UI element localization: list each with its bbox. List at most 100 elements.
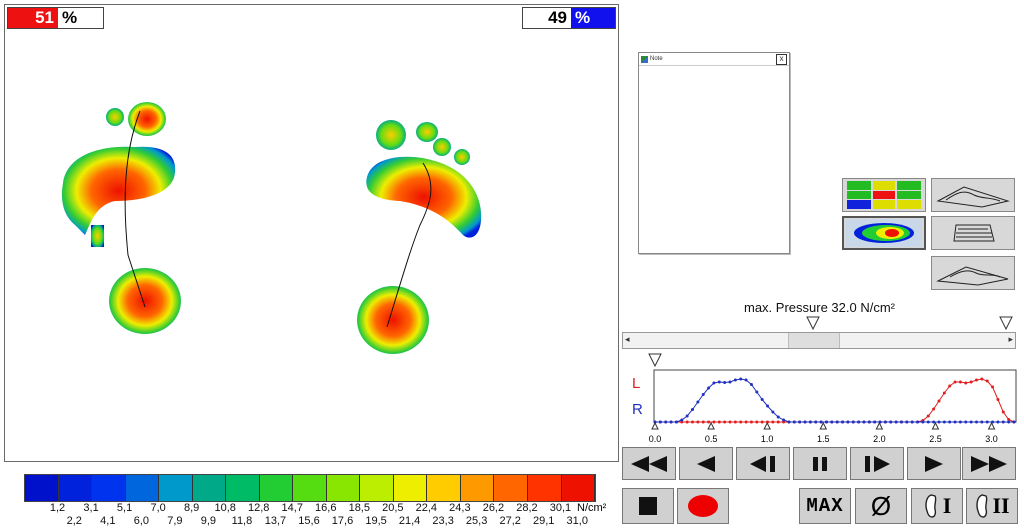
x-tick-mark xyxy=(707,421,715,430)
series-point-L xyxy=(712,420,716,424)
series-point-R xyxy=(680,418,684,422)
foot-one-label: I xyxy=(942,493,952,518)
foot-two-button[interactable]: II xyxy=(966,488,1018,524)
grid-view-button[interactable] xyxy=(842,178,926,212)
step-back-button[interactable] xyxy=(679,447,733,480)
footprint-heatmap xyxy=(61,102,482,354)
x-tick-label: 0.0 xyxy=(649,434,662,444)
note-close-button[interactable]: x xyxy=(776,53,787,65)
wireframe-view-button[interactable] xyxy=(931,256,1015,290)
legend-label-bottom: 29,1 xyxy=(532,515,555,527)
series-point-L xyxy=(948,384,952,388)
series-point-R xyxy=(755,390,759,394)
series-point-R xyxy=(974,420,978,424)
frame-back-button[interactable] xyxy=(736,447,790,480)
stop-button[interactable] xyxy=(622,488,674,524)
x-tick-mark xyxy=(651,421,659,430)
legend-label-bottom: 7,9 xyxy=(167,515,183,527)
series-point-R xyxy=(787,420,791,424)
legend-label-bottom: 13,7 xyxy=(264,515,287,527)
frame-forward-icon xyxy=(865,455,890,472)
contour-icon xyxy=(953,224,995,242)
series-point-R xyxy=(830,420,834,424)
note-window[interactable]: Note x xyxy=(638,52,790,254)
x-tick-mark xyxy=(987,421,996,430)
force-curve-graph[interactable]: L R 0.0 0.5 1.0 1.5 2.0 2.5 3.0 xyxy=(622,352,1020,447)
slider-thumb[interactable] xyxy=(788,333,840,348)
series-point-L xyxy=(755,420,759,424)
3d-surface-icon xyxy=(936,186,1010,208)
note-titlebar[interactable]: Note x xyxy=(639,53,789,66)
series-point-L xyxy=(964,381,968,385)
series-point-R xyxy=(776,415,780,419)
series-point-R xyxy=(948,420,952,424)
series-point-R xyxy=(846,420,850,424)
rewind-button[interactable] xyxy=(622,447,676,480)
series-point-R xyxy=(782,418,786,422)
legend-label-top: 26,2 xyxy=(482,502,505,514)
play-reverse-icon xyxy=(697,455,715,472)
series-point-R xyxy=(712,381,716,385)
series-point-R xyxy=(766,404,770,408)
legend-label-top: 16,6 xyxy=(315,502,337,514)
diameter-button[interactable]: Ø xyxy=(855,488,907,524)
legend-swatch xyxy=(226,475,260,501)
left-footprint xyxy=(61,102,181,334)
series-point-R xyxy=(985,420,989,424)
series-point-R xyxy=(717,380,721,384)
series-point-R xyxy=(942,420,946,424)
series-point-R xyxy=(867,420,871,424)
series-point-L xyxy=(980,377,984,381)
play-icon xyxy=(925,455,943,472)
legend-label-top: 5,1 xyxy=(116,502,133,514)
3d-surface-view-button[interactable] xyxy=(931,178,1015,212)
pressure-slider[interactable]: ◂ ▸ xyxy=(622,332,1016,349)
fast-forward-button[interactable] xyxy=(962,447,1016,480)
fast-forward-icon xyxy=(971,455,1007,472)
series-point-R xyxy=(749,383,753,386)
series-point-R xyxy=(969,420,973,424)
record-icon xyxy=(688,495,718,517)
series-point-R xyxy=(873,420,877,424)
legend-swatch xyxy=(125,475,160,501)
heatmap-view-button[interactable] xyxy=(842,216,926,250)
slider-right-arrow-icon[interactable]: ▸ xyxy=(1008,334,1013,345)
series-point-R xyxy=(980,420,984,424)
series-point-L xyxy=(985,379,989,383)
x-tick-label: 3.0 xyxy=(985,434,998,444)
graph-start-marker-icon[interactable] xyxy=(648,353,662,368)
pause-button[interactable] xyxy=(793,447,847,480)
contour-view-button[interactable] xyxy=(931,216,1015,250)
graph-ticks-group: 0.0 0.5 1.0 1.5 2.0 2.5 3.0 xyxy=(649,421,998,444)
legend-label-top: 1,2 xyxy=(49,502,66,514)
slider-marker-icon[interactable] xyxy=(806,316,820,330)
pause-icon xyxy=(813,456,827,471)
series-point-R xyxy=(894,420,898,424)
graph-plot-area xyxy=(653,369,1017,423)
foot-outline-icon xyxy=(925,494,937,518)
pressure-color-legend xyxy=(24,474,596,502)
legend-label-bottom: 11,8 xyxy=(231,515,253,527)
legend-label-top: 8,9 xyxy=(183,502,200,514)
series-point-L xyxy=(926,414,930,418)
right-footprint xyxy=(357,120,482,354)
note-title: Note xyxy=(650,56,663,62)
legend-swatch xyxy=(293,475,327,501)
series-point-R xyxy=(733,378,737,382)
max-button[interactable]: MAX xyxy=(799,488,851,524)
series-point-R xyxy=(964,420,968,424)
x-tick-mark xyxy=(875,421,884,430)
graph-right-label: R xyxy=(632,401,643,418)
series-point-R xyxy=(691,408,695,411)
legend-label-bottom: 27,2 xyxy=(499,515,521,527)
series-point-R xyxy=(899,420,903,424)
frame-forward-button[interactable] xyxy=(850,447,904,480)
foot-one-button[interactable]: I xyxy=(911,488,963,524)
slider-left-arrow-icon[interactable]: ◂ xyxy=(625,334,630,345)
slider-end-marker-icon[interactable] xyxy=(999,316,1013,330)
record-button[interactable] xyxy=(677,488,729,524)
legend-swatch xyxy=(159,475,193,501)
play-button[interactable] xyxy=(907,447,961,480)
series-point-R xyxy=(953,420,957,424)
rewind-icon xyxy=(631,455,667,472)
